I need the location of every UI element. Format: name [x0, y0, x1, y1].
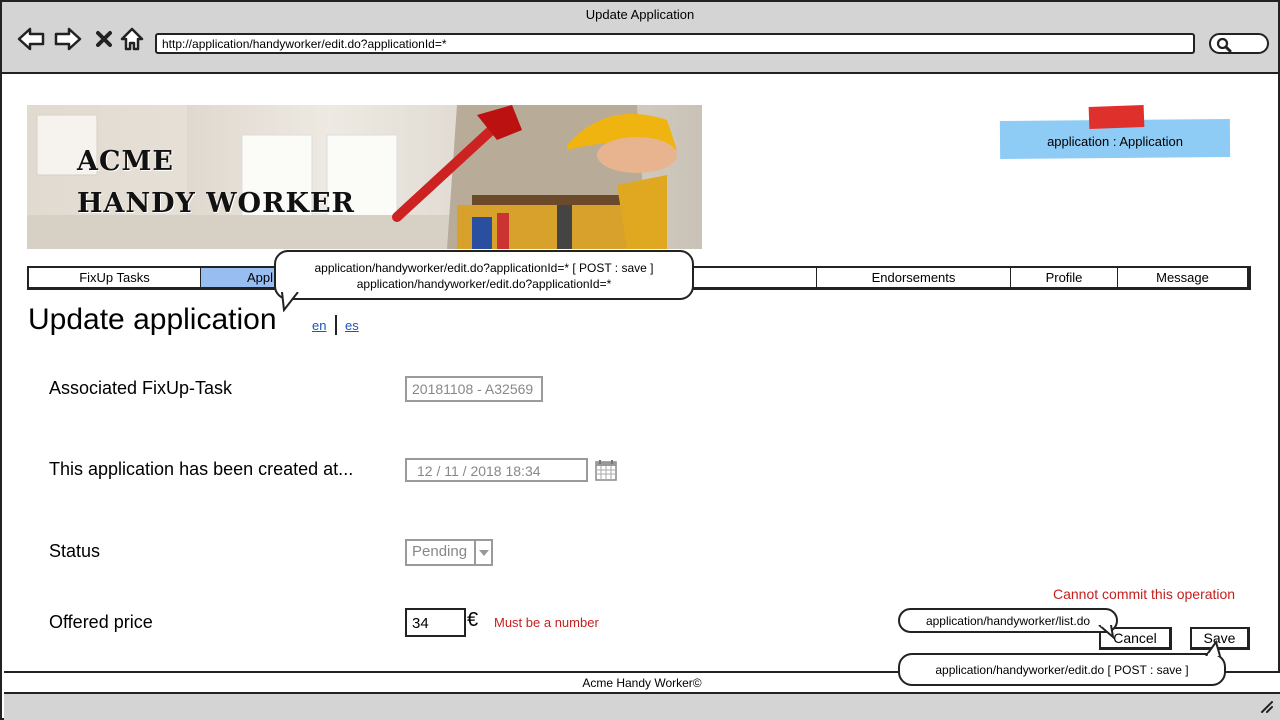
price-label: Offered price	[49, 612, 153, 632]
calendar-icon[interactable]	[595, 459, 617, 481]
commit-error-message: Cannot commit this operation	[1053, 586, 1236, 602]
page-title: Update application	[28, 303, 277, 336]
created-date-field: 12 / 11 / 2018 18:34	[405, 458, 588, 482]
principal-note-tab	[1088, 105, 1145, 129]
forward-arrow-icon[interactable]	[54, 25, 82, 53]
lang-en-link[interactable]: en	[312, 318, 326, 333]
lang-es-link[interactable]: es	[345, 318, 359, 333]
window-title: Update Application	[585, 7, 695, 22]
banner-logo-text: ACME HANDY WORKER	[77, 146, 355, 219]
status-select[interactable]: Pending	[405, 539, 476, 566]
back-arrow-icon[interactable]	[17, 25, 45, 53]
browser-window: Update Application http://application/ha…	[0, 0, 1280, 720]
chevron-down-icon[interactable]	[475, 539, 493, 566]
stop-icon[interactable]	[90, 25, 118, 53]
lang-separator	[335, 315, 337, 335]
currency-symbol: €	[467, 609, 479, 631]
callout-tail	[1098, 625, 1115, 639]
banner-image: ACME HANDY WORKER	[27, 105, 702, 249]
task-field: 20181108 - A32569	[405, 376, 543, 402]
browser-search-field[interactable]	[1209, 33, 1269, 54]
task-label: Associated FixUp-Task	[49, 378, 233, 398]
browser-titlebar: Update Application http://application/ha…	[2, 2, 1278, 74]
price-input[interactable]: 34	[405, 608, 466, 637]
created-label: This application has been created at...	[49, 459, 354, 479]
applications-tab-callout: application/handyworker/edit.do?applicat…	[274, 250, 694, 300]
price-error-message: Must be a number	[494, 615, 599, 630]
save-callout: application/handyworker/edit.do [ POST :…	[898, 653, 1226, 686]
principal-label: application : Application	[1047, 134, 1183, 149]
browser-statusbar	[4, 694, 1280, 720]
resize-grip-icon[interactable]	[1260, 700, 1274, 714]
menu-item-message[interactable]: Message	[1118, 268, 1247, 287]
status-label: Status	[49, 541, 101, 561]
home-icon[interactable]	[118, 25, 146, 53]
search-icon	[1216, 37, 1232, 53]
callout-tail	[281, 292, 299, 312]
menu-item-profile[interactable]: Profile	[1011, 268, 1118, 287]
address-bar[interactable]: http://application/handyworker/edit.do?a…	[155, 33, 1195, 54]
callout-tail	[1205, 640, 1221, 656]
cancel-callout: application/handyworker/list.do	[898, 608, 1118, 633]
menu-item-fixup-tasks[interactable]: FixUp Tasks	[29, 268, 201, 287]
menu-item-endorsements[interactable]: Endorsements	[817, 268, 1011, 287]
